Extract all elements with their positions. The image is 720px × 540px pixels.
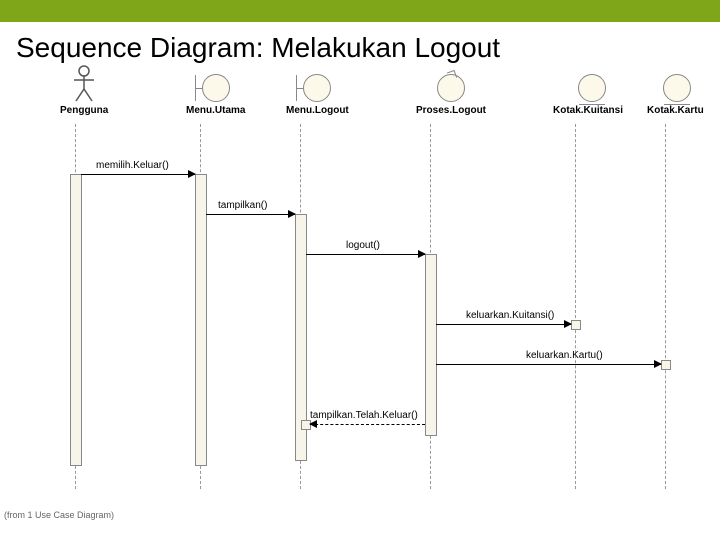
participant-label: Kotak.Kartu: [647, 105, 704, 116]
message-arrow: tampilkan(): [206, 204, 295, 218]
message-label: memilih.Keluar(): [96, 160, 169, 171]
message-label: keluarkan.Kartu(): [526, 350, 603, 361]
message-label: tampilkan.Telah.Keluar(): [310, 410, 418, 421]
boundary-icon: [202, 74, 230, 102]
actor-icon: [69, 64, 99, 102]
message-arrow: keluarkan.Kuitansi(): [436, 314, 571, 328]
boundary-icon: [303, 74, 331, 102]
lifeline: [575, 124, 576, 489]
activation-bar: [425, 254, 437, 436]
participant-entity: Kotak.Kartu: [651, 74, 704, 116]
participant-label: Menu.Logout: [286, 105, 349, 116]
participant-actor: Pengguna: [60, 64, 108, 116]
activation-box: [661, 360, 671, 370]
page-title: Sequence Diagram: Melakukan Logout: [0, 22, 720, 64]
message-arrow: memilih.Keluar(): [81, 164, 195, 178]
entity-icon: [663, 74, 691, 102]
participant-boundary: Menu.Utama: [186, 74, 245, 116]
participant-boundary: Menu.Logout: [286, 74, 349, 116]
control-icon: [437, 74, 465, 102]
message-return-arrow: tampilkan.Telah.Keluar(): [310, 414, 425, 428]
participant-label: Pengguna: [60, 105, 108, 116]
diagram-canvas: Pengguna Menu.Utama Menu.Logout Proses.L…: [0, 64, 720, 524]
participant-entity: Kotak.Kuitansi: [561, 74, 623, 116]
message-arrow: keluarkan.Kartu(): [436, 354, 661, 368]
activation-bar: [70, 174, 82, 466]
entity-icon: [578, 74, 606, 102]
message-label: keluarkan.Kuitansi(): [466, 310, 554, 321]
message-label: tampilkan(): [218, 200, 267, 211]
participant-label: Proses.Logout: [416, 105, 486, 116]
footnote: (from 1 Use Case Diagram): [4, 510, 114, 520]
participant-control: Proses.Logout: [416, 74, 486, 116]
lifeline: [665, 124, 666, 489]
activation-box: [571, 320, 581, 330]
message-label: logout(): [346, 240, 380, 251]
participant-label: Kotak.Kuitansi: [553, 105, 623, 116]
top-accent-bar: [0, 0, 720, 22]
message-arrow: logout(): [306, 244, 425, 258]
participant-label: Menu.Utama: [186, 105, 245, 116]
